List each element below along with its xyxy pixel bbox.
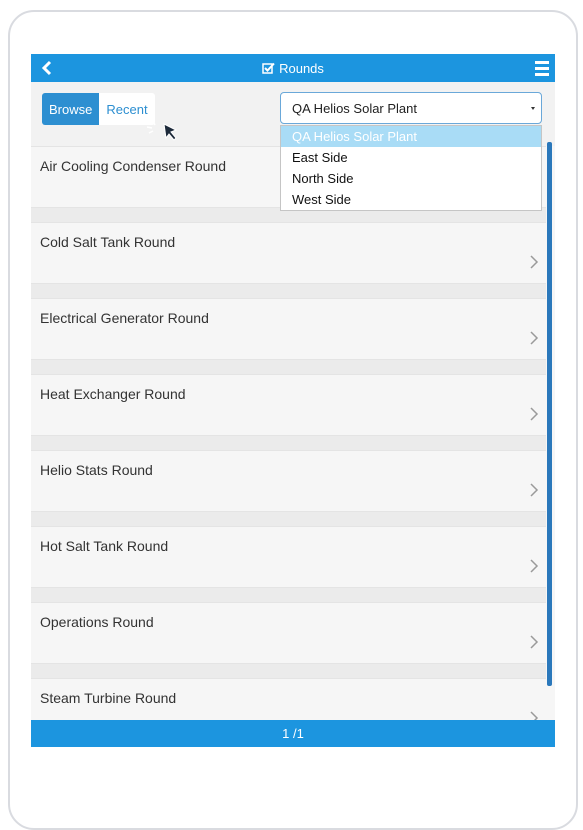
checkbox-edit-icon xyxy=(262,62,275,74)
round-row[interactable]: Cold Salt Tank Round xyxy=(31,222,546,284)
rounds-list: Air Cooling Condenser Round Cold Salt Ta… xyxy=(31,146,546,740)
view-toggle: Browse Recent xyxy=(42,93,155,125)
round-row[interactable]: Hot Salt Tank Round xyxy=(31,526,546,588)
round-name: Electrical Generator Round xyxy=(40,310,209,326)
row-divider xyxy=(31,284,546,298)
row-divider xyxy=(31,664,546,678)
round-row[interactable]: Operations Round xyxy=(31,602,546,664)
chevron-right-icon xyxy=(530,559,539,573)
round-name: Steam Turbine Round xyxy=(40,690,177,706)
row-divider xyxy=(31,588,546,602)
chevron-right-icon xyxy=(530,255,539,269)
round-row[interactable]: Helio Stats Round xyxy=(31,450,546,512)
mouse-pointer-icon xyxy=(146,120,178,141)
select-caret-icon xyxy=(531,107,535,110)
chevron-right-icon xyxy=(530,331,539,345)
site-select[interactable]: QA Helios Solar Plant xyxy=(280,92,542,124)
round-name: Operations Round xyxy=(40,614,154,630)
top-bar: Rounds xyxy=(31,54,555,82)
site-option[interactable]: East Side xyxy=(281,147,541,168)
site-option[interactable]: North Side xyxy=(281,168,541,189)
round-name: Hot Salt Tank Round xyxy=(40,538,169,554)
round-name: Air Cooling Condenser Round xyxy=(40,158,226,174)
row-divider xyxy=(31,360,546,374)
hamburger-menu-icon[interactable] xyxy=(535,60,549,76)
chevron-right-icon xyxy=(530,407,539,421)
app-screen: Rounds Browse Recent QA Helios Solar Pla… xyxy=(31,54,555,747)
site-dropdown-menu: QA Helios Solar Plant East Side North Si… xyxy=(280,125,542,211)
page-indicator: 1 /1 xyxy=(282,726,304,741)
round-name: Cold Salt Tank Round xyxy=(40,234,176,250)
site-option[interactable]: QA Helios Solar Plant xyxy=(281,126,541,147)
page-title-text: Rounds xyxy=(279,60,324,76)
site-option[interactable]: West Side xyxy=(281,189,541,210)
page-title: Rounds xyxy=(31,54,555,82)
round-name: Heat Exchanger Round xyxy=(40,386,186,402)
chevron-right-icon xyxy=(530,483,539,497)
round-name: Helio Stats Round xyxy=(40,462,153,478)
pagination-footer: 1 /1 xyxy=(31,720,555,747)
row-divider xyxy=(31,512,546,526)
chevron-right-icon xyxy=(530,635,539,649)
round-row[interactable]: Electrical Generator Round xyxy=(31,298,546,360)
list-scrollbar[interactable] xyxy=(547,142,552,686)
browse-button[interactable]: Browse xyxy=(42,93,100,125)
round-row[interactable]: Heat Exchanger Round xyxy=(31,374,546,436)
row-divider xyxy=(31,436,546,450)
site-select-value: QA Helios Solar Plant xyxy=(292,100,418,116)
